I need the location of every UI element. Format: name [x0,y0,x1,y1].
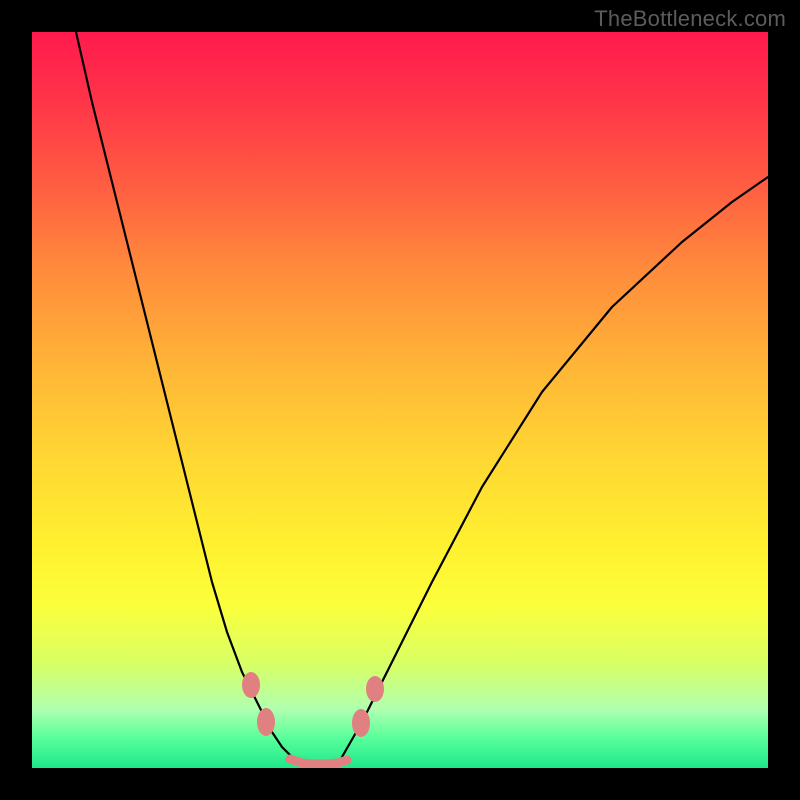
chart-frame: TheBottleneck.com [0,0,800,800]
left-marker-lower [257,708,275,736]
markers [242,672,384,737]
right-marker-upper [366,676,384,702]
chart-plot-area [32,32,768,768]
valley-floor [290,759,347,764]
left-branch [76,32,292,757]
valley-floor [290,759,347,764]
chart-svg [32,32,768,768]
curve-right [342,177,768,757]
right-branch [342,177,768,757]
left-marker-upper [242,672,260,698]
right-marker-lower [352,709,370,737]
curve-left [76,32,292,757]
watermark-text: TheBottleneck.com [594,6,786,32]
